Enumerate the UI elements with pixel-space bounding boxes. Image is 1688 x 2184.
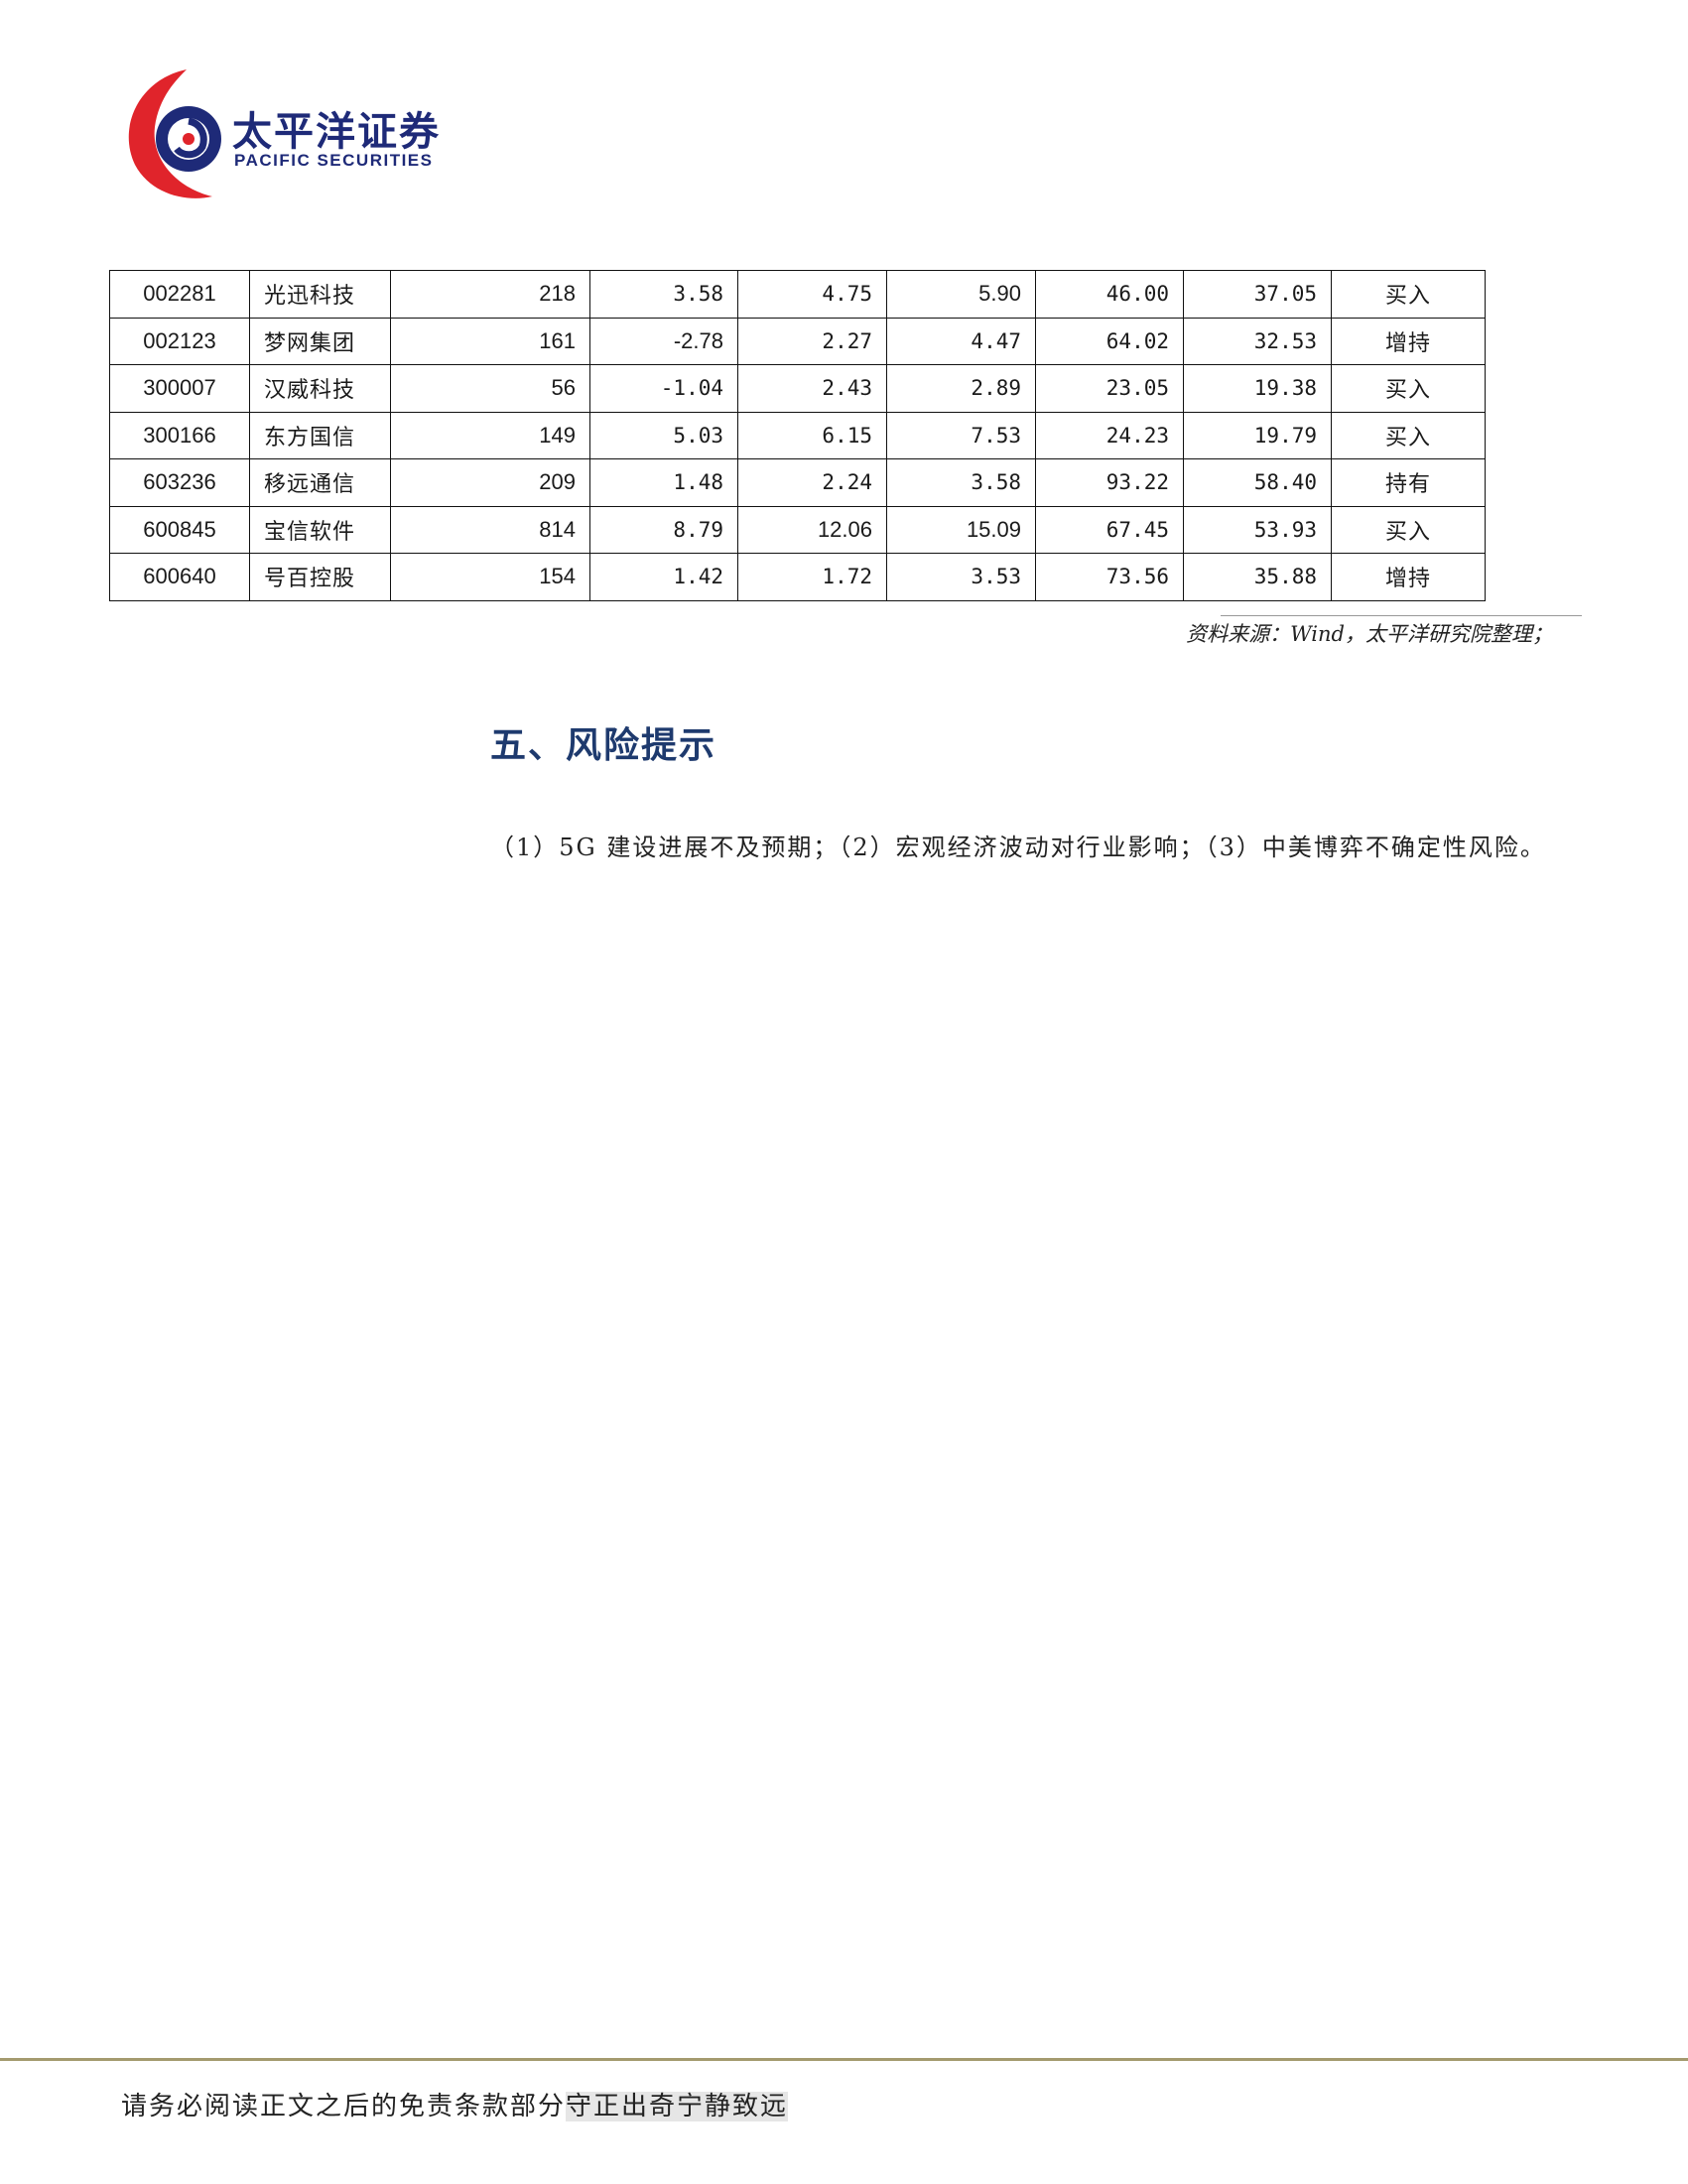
cell-value: 2.27 bbox=[737, 317, 887, 365]
page-footer: 请务必阅读正文之后的免责条款部分守正出奇宁静致远 bbox=[121, 2086, 789, 2122]
table-row: 600845 宝信软件 814 8.79 12.06 15.09 67.45 5… bbox=[109, 505, 1486, 554]
risk-paragraph: （1）5G 建设进展不及预期；（2）宏观经济波动对行业影响；（3）中美博弈不确定… bbox=[490, 834, 1546, 861]
stock-code: 300007 bbox=[109, 364, 250, 413]
cell-value: 4.75 bbox=[737, 270, 887, 319]
cell-value: 161 bbox=[390, 317, 590, 365]
stock-table: 002281 光迅科技 218 3.58 4.75 5.90 46.00 37.… bbox=[109, 270, 1486, 601]
stock-name: 光迅科技 bbox=[249, 270, 391, 319]
cell-value: 218 bbox=[390, 270, 590, 319]
cell-value: 2.24 bbox=[737, 458, 887, 507]
cell-value: 67.45 bbox=[1035, 505, 1184, 554]
stock-code: 300166 bbox=[109, 411, 250, 459]
rating-label: 增持 bbox=[1331, 553, 1486, 601]
cell-value: 7.53 bbox=[886, 411, 1036, 459]
footer-slogan: 守正出奇宁静致远 bbox=[566, 2092, 789, 2121]
cell-value: 3.58 bbox=[589, 270, 738, 319]
cell-value: 35.88 bbox=[1183, 553, 1332, 601]
stock-name: 号百控股 bbox=[249, 553, 391, 601]
stock-name: 宝信软件 bbox=[249, 505, 391, 554]
cell-value: 64.02 bbox=[1035, 317, 1184, 365]
cell-value: 6.15 bbox=[737, 411, 887, 459]
cell-value: 23.05 bbox=[1035, 364, 1184, 413]
cell-value: 19.38 bbox=[1183, 364, 1332, 413]
cell-value: 53.93 bbox=[1183, 505, 1332, 554]
source-divider bbox=[1221, 615, 1582, 616]
cell-value: -2.78 bbox=[589, 317, 738, 365]
cell-value: 1.72 bbox=[737, 553, 887, 601]
section-heading: 五、风险提示 bbox=[490, 725, 717, 766]
logo-name-en: PACIFIC SECURITIES bbox=[234, 151, 434, 170]
rating-label: 增持 bbox=[1331, 317, 1486, 365]
cell-value: 46.00 bbox=[1035, 270, 1184, 319]
rating-label: 买入 bbox=[1331, 364, 1486, 413]
stock-name: 梦网集团 bbox=[249, 317, 391, 365]
table-source-note: 资料来源：Wind，太平洋研究院整理； bbox=[1186, 622, 1553, 646]
cell-value: 2.89 bbox=[886, 364, 1036, 413]
cell-value: 3.58 bbox=[886, 458, 1036, 507]
footer-divider bbox=[0, 2058, 1688, 2061]
cell-value: 19.79 bbox=[1183, 411, 1332, 459]
cell-value: 5.90 bbox=[886, 270, 1036, 319]
cell-value: -1.04 bbox=[589, 364, 738, 413]
cell-value: 154 bbox=[390, 553, 590, 601]
cell-value: 1.48 bbox=[589, 458, 738, 507]
cell-value: 209 bbox=[390, 458, 590, 507]
stock-code: 600845 bbox=[109, 505, 250, 554]
cell-value: 93.22 bbox=[1035, 458, 1184, 507]
table-row: 002123 梦网集团 161 -2.78 2.27 4.47 64.02 32… bbox=[109, 317, 1486, 365]
cell-value: 12.06 bbox=[737, 505, 887, 554]
cell-value: 149 bbox=[390, 411, 590, 459]
stock-code: 002123 bbox=[109, 317, 250, 365]
cell-value: 56 bbox=[390, 364, 590, 413]
table-row: 300007 汉威科技 56 -1.04 2.43 2.89 23.05 19.… bbox=[109, 364, 1486, 413]
rating-label: 买入 bbox=[1331, 270, 1486, 319]
table-row: 603236 移远通信 209 1.48 2.24 3.58 93.22 58.… bbox=[109, 458, 1486, 507]
stock-code: 600640 bbox=[109, 553, 250, 601]
disclaimer-text: 请务必阅读正文之后的免责条款部分 bbox=[121, 2092, 567, 2121]
stock-code: 603236 bbox=[109, 458, 250, 507]
cell-value: 8.79 bbox=[589, 505, 738, 554]
cell-value: 15.09 bbox=[886, 505, 1036, 554]
cell-value: 37.05 bbox=[1183, 270, 1332, 319]
table-row: 002281 光迅科技 218 3.58 4.75 5.90 46.00 37.… bbox=[109, 270, 1486, 319]
company-logo: 太平洋证券 PACIFIC SECURITIES bbox=[117, 65, 445, 204]
rating-label: 买入 bbox=[1331, 411, 1486, 459]
logo-name-cn: 太平洋证券 bbox=[232, 109, 441, 155]
cell-value: 58.40 bbox=[1183, 458, 1332, 507]
cell-value: 1.42 bbox=[589, 553, 738, 601]
logo-emblem-icon bbox=[128, 69, 221, 198]
table-row: 600640 号百控股 154 1.42 1.72 3.53 73.56 35.… bbox=[109, 553, 1486, 601]
stock-code: 002281 bbox=[109, 270, 250, 319]
rating-label: 持有 bbox=[1331, 458, 1486, 507]
cell-value: 814 bbox=[390, 505, 590, 554]
stock-name: 东方国信 bbox=[249, 411, 391, 459]
cell-value: 2.43 bbox=[737, 364, 887, 413]
stock-name: 移远通信 bbox=[249, 458, 391, 507]
cell-value: 3.53 bbox=[886, 553, 1036, 601]
table-row: 300166 东方国信 149 5.03 6.15 7.53 24.23 19.… bbox=[109, 411, 1486, 459]
stock-name: 汉威科技 bbox=[249, 364, 391, 413]
cell-value: 32.53 bbox=[1183, 317, 1332, 365]
rating-label: 买入 bbox=[1331, 505, 1486, 554]
cell-value: 5.03 bbox=[589, 411, 738, 459]
cell-value: 4.47 bbox=[886, 317, 1036, 365]
cell-value: 73.56 bbox=[1035, 553, 1184, 601]
cell-value: 24.23 bbox=[1035, 411, 1184, 459]
